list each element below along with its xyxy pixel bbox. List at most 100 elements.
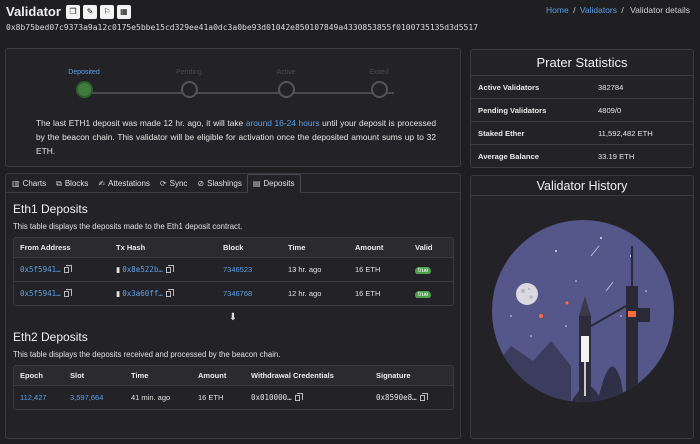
tab-charts[interactable]: ▥ Charts xyxy=(7,174,51,193)
validator-history-panel: Validator History xyxy=(470,175,694,439)
column-header[interactable]: Time xyxy=(125,371,192,380)
tab-deposits[interactable]: ▤ Deposits xyxy=(246,174,301,193)
eth2-deposits-table: Epoch Slot Time Amount Withdrawal Creden… xyxy=(13,365,454,410)
column-header[interactable]: Time xyxy=(282,243,349,252)
stat-label: Active Validators xyxy=(478,82,540,92)
column-header[interactable]: Slot xyxy=(64,371,125,380)
column-header[interactable]: Amount xyxy=(349,243,409,252)
tab-label: Slashings xyxy=(207,179,242,188)
table-row: 112,427 3,597,664 41 min. ago 16 ETH 0x0… xyxy=(14,385,453,409)
tab-bar: ▥ Charts ⧉ Blocks ✍ Attestations ⟳ Sync ⊘ Sla… xyxy=(6,174,460,193)
step-exited: Exited xyxy=(349,69,409,98)
stat-row: Pending Validators 4809/0 xyxy=(471,99,693,122)
signature: 0x8590e8… xyxy=(376,393,417,402)
column-header[interactable]: Valid xyxy=(409,243,449,252)
tab-label: Attestations xyxy=(108,179,150,188)
amount-cell: 16 ETH xyxy=(355,265,381,274)
tab-label: Blocks xyxy=(64,179,89,188)
column-header[interactable]: Signature xyxy=(370,371,450,380)
step-label: Active xyxy=(276,69,296,76)
launch-illustration xyxy=(492,220,674,402)
copy-icon[interactable] xyxy=(165,265,174,273)
breadcrumb-current: Validator details xyxy=(630,5,690,15)
page-title: Validator xyxy=(6,4,61,19)
column-header[interactable]: Epoch xyxy=(14,371,64,380)
stat-value: 33.19 ETH xyxy=(598,152,635,161)
breadcrumb-home[interactable]: Home xyxy=(546,5,569,15)
column-header[interactable]: Tx Hash xyxy=(110,243,217,252)
edit-icon[interactable]: ✎ xyxy=(82,4,97,19)
eth2-deposits-description: This table displays the deposits receive… xyxy=(13,350,281,359)
arrow-down-icon: ⬇ xyxy=(228,312,238,323)
step-pending: Pending xyxy=(159,69,219,98)
from-address-link[interactable]: 0x5f5941… xyxy=(20,265,61,274)
progress-line xyxy=(84,92,394,94)
table-icon[interactable]: ▦ xyxy=(116,4,131,19)
chart-icon: ▥ xyxy=(12,179,20,188)
copy-icon[interactable] xyxy=(63,265,72,273)
bookmark-icon[interactable]: ⚐ xyxy=(99,4,114,19)
stat-row: Staked Ether 11,592,482 ETH xyxy=(471,122,693,145)
moon-icon xyxy=(516,283,538,305)
table-row: 0x5f5941… ▮ 0x3a60ff… 7346768 12 hr. ago… xyxy=(14,281,453,305)
tab-attestations[interactable]: ✍ Attestations xyxy=(93,174,155,193)
breadcrumb-separator: / xyxy=(573,5,576,15)
stat-label: Staked Ether xyxy=(478,128,525,138)
breadcrumb-validators[interactable]: Validators xyxy=(580,5,617,15)
column-header[interactable]: Block xyxy=(217,243,282,252)
stat-label: Average Balance xyxy=(478,152,539,161)
column-header[interactable]: From Address xyxy=(14,243,110,252)
message-text: The last ETH1 deposit was made 12 hr. ag… xyxy=(36,118,246,128)
block-link[interactable]: 7346523 xyxy=(223,265,252,274)
block-link[interactable]: 7346768 xyxy=(223,289,252,298)
copy-icon[interactable] xyxy=(63,289,72,297)
amount-cell: 16 ETH xyxy=(198,393,224,402)
activation-time-link[interactable]: around 16-24 hours xyxy=(246,118,320,128)
time-cell: 41 min. ago xyxy=(131,393,171,402)
file-signature-icon: ✍ xyxy=(98,179,106,188)
tab-slashings[interactable]: ⊘ Slashings xyxy=(192,174,246,193)
network-statistics-panel: Prater Statistics Active Validators 3827… xyxy=(470,49,694,168)
stat-row: Active Validators 382784 xyxy=(471,76,693,99)
copy-icon[interactable] xyxy=(294,393,303,401)
step-label: Pending xyxy=(176,69,202,76)
breadcrumb: Home / Validators / Validator details xyxy=(546,5,692,15)
history-title: Validator History xyxy=(471,176,693,196)
eth2-deposits-title: Eth2 Deposits xyxy=(13,330,88,344)
stats-title: Prater Statistics xyxy=(471,50,693,76)
tab-blocks[interactable]: ⧉ Blocks xyxy=(51,174,93,193)
withdrawal-credentials: 0x010000… xyxy=(251,393,292,402)
step-active: Active xyxy=(256,69,316,98)
step-dot xyxy=(277,81,295,98)
eth1-deposits-table: From Address Tx Hash Block Time Amount V… xyxy=(13,237,454,306)
from-address-link[interactable]: 0x5f5941… xyxy=(20,289,61,298)
step-dot xyxy=(75,81,93,98)
stat-value: 4809/0 xyxy=(598,105,622,115)
tx-hash-link[interactable]: 0x8e522b… xyxy=(122,265,163,274)
step-deposited: Deposited xyxy=(54,69,114,98)
valid-badge: true xyxy=(415,291,432,298)
stat-value: 11,592,482 ETH xyxy=(598,128,653,138)
copy-icon[interactable] xyxy=(165,289,174,297)
tx-hash-link[interactable]: 0x3a60ff… xyxy=(122,289,163,298)
slash-icon: ⊘ xyxy=(197,179,205,188)
valid-badge: true xyxy=(415,267,432,274)
column-header[interactable]: Amount xyxy=(192,371,245,380)
validator-title-row: Validator ❐ ✎ ⚐ ▦ xyxy=(6,4,134,19)
breadcrumb-separator: / xyxy=(621,5,624,15)
table-header: Epoch Slot Time Amount Withdrawal Creden… xyxy=(14,366,453,385)
copy-icon[interactable]: ❐ xyxy=(65,4,80,19)
tab-sync[interactable]: ⟳ Sync xyxy=(155,174,193,193)
step-label: Exited xyxy=(369,69,389,76)
step-label: Deposited xyxy=(68,69,100,76)
step-dot xyxy=(370,81,388,98)
slot-link[interactable]: 3,597,664 xyxy=(70,393,103,402)
time-cell: 12 hr. ago xyxy=(288,289,322,298)
deposit-status-message: The last ETH1 deposit was made 12 hr. ag… xyxy=(36,116,436,158)
copy-icon[interactable] xyxy=(419,393,428,401)
validator-status-panel: Deposited Pending Active Exited The last… xyxy=(5,48,461,167)
epoch-link[interactable]: 112,427 xyxy=(20,393,47,402)
column-header[interactable]: Withdrawal Credentials xyxy=(245,371,370,380)
tab-label: Charts xyxy=(22,179,47,188)
validator-pubkey: 0x8b75bed07c9373a9a12c0175e5bbe15cd329ee… xyxy=(6,23,479,32)
